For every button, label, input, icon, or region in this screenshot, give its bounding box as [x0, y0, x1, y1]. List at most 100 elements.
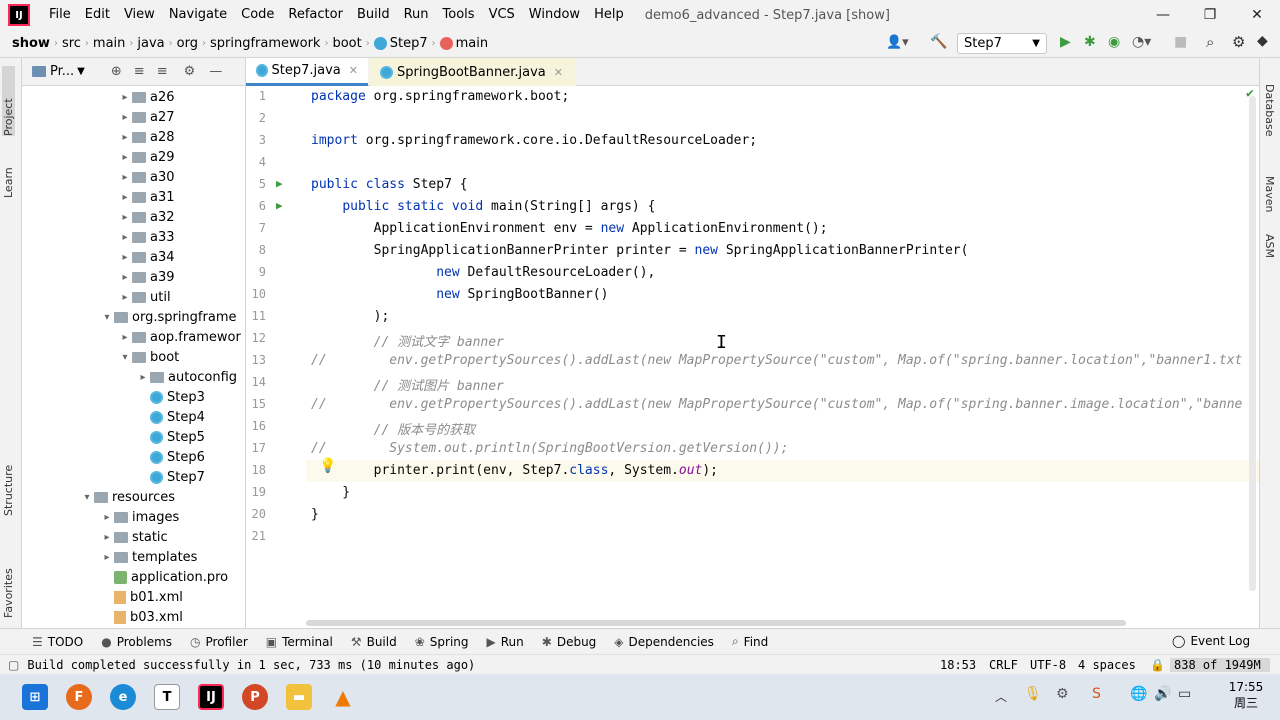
- tree-item[interactable]: application.pro: [100, 567, 228, 587]
- tool-run[interactable]: ▶ Run: [487, 634, 524, 649]
- menu-refactor[interactable]: Refactor: [281, 0, 350, 30]
- debug-icon[interactable]: ✱: [1084, 34, 1096, 50]
- chevron-right-icon[interactable]: ▸: [118, 272, 132, 283]
- tool-profiler[interactable]: ◷ Profiler: [190, 634, 248, 649]
- tree-item[interactable]: ▸ images: [100, 507, 179, 527]
- microphone-icon[interactable]: 🎙: [1024, 686, 1042, 702]
- edge-icon[interactable]: e: [110, 684, 136, 710]
- intellij-taskbar-icon[interactable]: IJ: [198, 684, 224, 710]
- vlc-icon[interactable]: ▲: [330, 684, 356, 710]
- chevron-right-icon[interactable]: ▸: [118, 172, 132, 183]
- chevron-down-icon[interactable]: ▾: [118, 352, 132, 363]
- build-hammer-icon[interactable]: 🔨: [930, 34, 947, 50]
- tool-dependencies[interactable]: ◈ Dependencies: [614, 634, 714, 649]
- chevron-right-icon[interactable]: ▸: [118, 252, 132, 263]
- volume-icon[interactable]: 🔊: [1154, 686, 1171, 702]
- tree-item[interactable]: ▸ a32: [118, 207, 174, 227]
- run-gutter-icon[interactable]: ▶: [276, 177, 283, 190]
- tree-item[interactable]: ▸ util: [118, 287, 170, 307]
- menu-tools[interactable]: Tools: [436, 0, 482, 30]
- tree-item[interactable]: ▸ a33: [118, 227, 174, 247]
- tree-item[interactable]: ▸ templates: [100, 547, 197, 567]
- breadcrumb-item[interactable]: boot: [332, 36, 361, 51]
- tree-item[interactable]: Step6: [136, 447, 205, 467]
- breadcrumb-item[interactable]: src: [62, 36, 81, 51]
- lock-icon[interactable]: 🔒: [1150, 658, 1165, 672]
- tree-item[interactable]: ▸ a39: [118, 267, 174, 287]
- code-line[interactable]: public class Step7 {: [311, 177, 468, 192]
- chevron-right-icon[interactable]: ▸: [118, 332, 132, 343]
- menu-build[interactable]: Build: [350, 0, 397, 30]
- windows-start-icon[interactable]: ⊞: [22, 684, 48, 710]
- code-line[interactable]: }: [311, 485, 350, 500]
- tool-build[interactable]: ⚒ Build: [351, 634, 397, 649]
- tree-item[interactable]: ▸ a28: [118, 127, 174, 147]
- code-line[interactable]: }: [311, 507, 319, 522]
- menu-file[interactable]: File: [42, 0, 78, 30]
- stop-icon[interactable]: ■: [1174, 34, 1187, 50]
- chevron-right-icon[interactable]: ▸: [118, 132, 132, 143]
- tray-s-icon[interactable]: S: [1092, 686, 1101, 702]
- chevron-right-icon[interactable]: ▸: [118, 92, 132, 103]
- tool-problems[interactable]: ● Problems: [101, 634, 172, 649]
- locate-icon[interactable]: ⊕: [111, 64, 122, 79]
- tab-learn[interactable]: Learn: [2, 150, 15, 198]
- settings-icon[interactable]: ⚙: [184, 64, 196, 79]
- chevron-down-icon[interactable]: ▾: [100, 312, 114, 323]
- tree-item[interactable]: Step5: [136, 427, 205, 447]
- breadcrumb-item[interactable]: show: [12, 36, 50, 51]
- tree-item[interactable]: ▾ boot: [118, 347, 179, 367]
- chevron-right-icon[interactable]: ▸: [118, 192, 132, 203]
- tab-springbootbanner[interactable]: SpringBootBanner.java ✕: [370, 58, 576, 86]
- code-line[interactable]: printer.print(env, Step7.class, System.o…: [311, 463, 718, 478]
- chevron-right-icon[interactable]: ▸: [118, 212, 132, 223]
- code-line[interactable]: new SpringBootBanner(): [311, 287, 608, 302]
- breadcrumb-item[interactable]: main: [456, 36, 488, 51]
- tab-project[interactable]: Project: [2, 66, 15, 136]
- run-icon[interactable]: ▶: [1060, 34, 1071, 50]
- tree-item[interactable]: ▸ autoconfig: [136, 367, 237, 387]
- user-icon[interactable]: 👤▾: [886, 35, 909, 50]
- tree-item[interactable]: b01.xml: [100, 587, 183, 607]
- tool-find[interactable]: ⌕ Find: [732, 634, 768, 649]
- tree-item[interactable]: Step7: [136, 467, 205, 487]
- code-line[interactable]: );: [311, 309, 390, 324]
- lightbulb-icon[interactable]: 💡: [319, 458, 336, 474]
- horizontal-scrollbar[interactable]: [306, 620, 1126, 626]
- battery-icon[interactable]: ▭: [1178, 686, 1191, 702]
- caret-position[interactable]: 18:53: [940, 658, 976, 672]
- run-gutter-icon[interactable]: ▶: [276, 199, 283, 212]
- tab-maven[interactable]: Maven: [1263, 176, 1276, 212]
- close-button[interactable]: ✕: [1234, 0, 1280, 30]
- network-icon[interactable]: 🌐: [1130, 686, 1147, 702]
- file-explorer-icon[interactable]: ▬: [286, 684, 312, 710]
- code-line[interactable]: // env.getPropertySources().addLast(new …: [311, 397, 1242, 412]
- project-panel-title[interactable]: Pr...: [50, 64, 74, 79]
- menu-edit[interactable]: Edit: [78, 0, 117, 30]
- status-toggle-icon[interactable]: ▢: [8, 658, 19, 672]
- collapse-all-icon[interactable]: ≡: [157, 64, 168, 79]
- tree-item[interactable]: ▸ a31: [118, 187, 174, 207]
- line-separator[interactable]: CRLF: [989, 658, 1018, 672]
- tree-item[interactable]: b03.xml: [100, 607, 183, 627]
- code-line[interactable]: package org.springframework.boot;: [311, 89, 569, 104]
- tree-item[interactable]: Step4: [136, 407, 205, 427]
- breadcrumb-item[interactable]: org: [177, 36, 198, 51]
- chevron-right-icon[interactable]: ▸: [118, 112, 132, 123]
- typora-icon[interactable]: T: [154, 684, 180, 710]
- chevron-right-icon[interactable]: ▸: [118, 292, 132, 303]
- tab-database[interactable]: Database: [1263, 84, 1276, 137]
- tool-debug[interactable]: ✱ Debug: [542, 634, 597, 649]
- chevron-right-icon[interactable]: ▸: [100, 552, 114, 563]
- status-message[interactable]: Build completed successfully in 1 sec, 7…: [27, 658, 475, 672]
- vertical-scrollbar[interactable]: [1249, 96, 1256, 591]
- intellij-icon[interactable]: IJ: [8, 4, 30, 26]
- chevron-right-icon[interactable]: ▸: [100, 512, 114, 523]
- gear-icon[interactable]: ⚙: [1232, 33, 1245, 51]
- tool-todo[interactable]: ☰ TODO: [32, 634, 83, 649]
- chevron-down-icon[interactable]: ▾: [80, 492, 94, 503]
- clock[interactable]: 17:55 周三: [1226, 680, 1266, 711]
- file-encoding[interactable]: UTF-8: [1030, 658, 1066, 672]
- maximize-button[interactable]: ❐: [1187, 0, 1233, 30]
- chevron-right-icon[interactable]: ▸: [118, 232, 132, 243]
